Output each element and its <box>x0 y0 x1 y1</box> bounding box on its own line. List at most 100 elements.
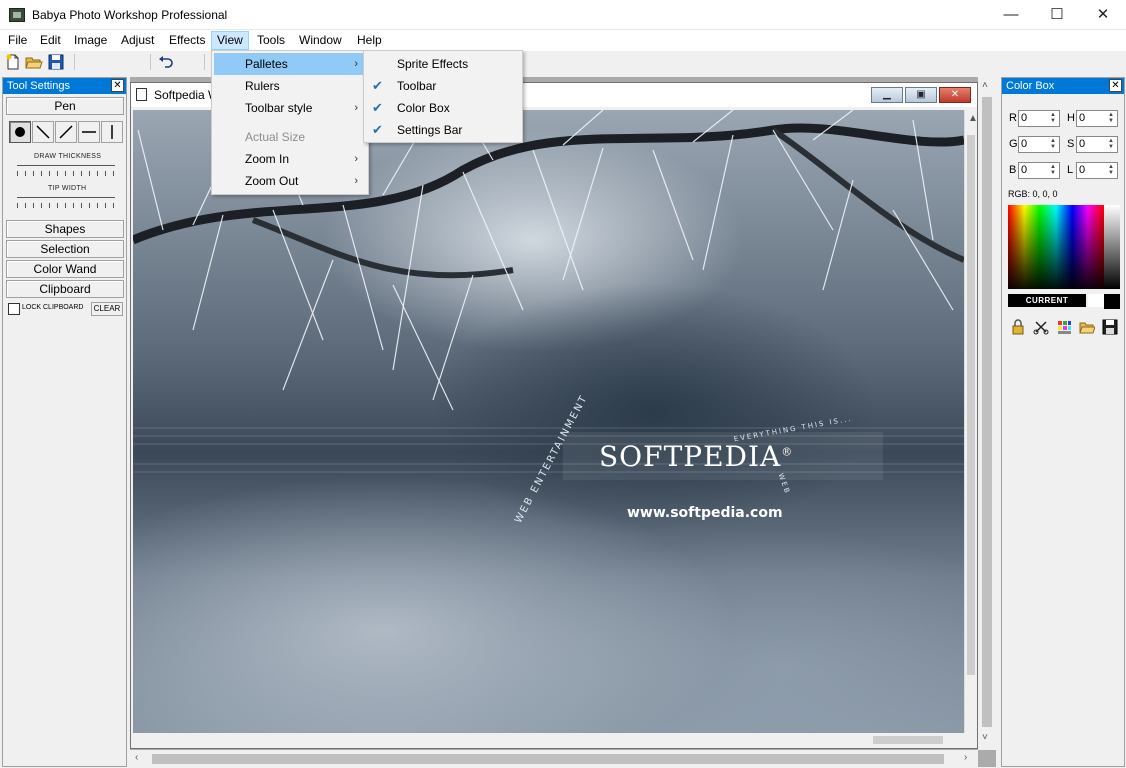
spinner-arrows-icon[interactable]: ▲ ▼ <box>1106 164 1116 177</box>
document-horizontal-thumb[interactable] <box>873 736 943 744</box>
tip-width-slider[interactable] <box>17 197 115 198</box>
tool-settings-title: Tool Settings <box>7 80 70 92</box>
l-spinner[interactable]: 0 ▲ ▼ <box>1076 162 1118 179</box>
submenu-arrow-icon: › <box>354 102 358 114</box>
color-box-label: Color Box <box>397 101 450 115</box>
slash-tip-button[interactable] <box>55 121 77 143</box>
spinner-arrows-icon[interactable]: ▲ ▼ <box>1106 112 1116 125</box>
menu-file[interactable]: File <box>3 31 32 50</box>
r-spinner[interactable]: 0 ▲ ▼ <box>1018 110 1060 127</box>
view-menu-actual-size[interactable]: Actual Size <box>214 126 366 148</box>
selection-button[interactable]: Selection <box>6 240 124 258</box>
spinner-arrows-icon[interactable]: ▲ ▼ <box>1048 138 1058 151</box>
brightness-bar[interactable] <box>1104 205 1120 289</box>
spinner-arrows-icon[interactable]: ▲ ▼ <box>1106 138 1116 151</box>
pen-button[interactable]: Pen <box>6 97 124 115</box>
checkmark-icon: ✔ <box>372 100 383 115</box>
save-disk-icon[interactable] <box>1102 319 1118 335</box>
close-button[interactable]: ✕ <box>1080 0 1126 30</box>
s-label: S <box>1067 138 1075 150</box>
clear-button[interactable]: CLEAR <box>91 302 123 316</box>
palletes-settings-bar[interactable]: ✔ Settings Bar <box>366 119 520 141</box>
palette-grid-icon[interactable] <box>1056 319 1072 335</box>
tool-settings-close-button[interactable]: ✕ <box>111 79 124 92</box>
softpedia-url: www.softpedia.com <box>627 505 783 521</box>
menu-adjust[interactable]: Adjust <box>116 31 159 50</box>
document-vertical-thumb[interactable] <box>967 135 975 675</box>
workspace-vertical-thumb[interactable] <box>982 97 992 727</box>
h-spinner[interactable]: 0 ▲ ▼ <box>1076 110 1118 127</box>
photo-canvas[interactable]: SOFTPEDIA® www.softpedia.com WEB ENTERTA… <box>133 110 964 733</box>
workspace-horizontal-scrollbar[interactable]: ‹ › <box>130 750 978 767</box>
document-vertical-scrollbar[interactable]: ▲ <box>964 110 978 733</box>
workspace-scroll-right-icon[interactable]: › <box>964 752 967 763</box>
tool-settings-panel: Tool Settings ✕ Pen DRAW THICKNESS TIP W… <box>2 77 127 767</box>
doc-close-button[interactable]: ✕ <box>939 87 971 103</box>
horizontal-line-icon <box>82 131 96 133</box>
menu-effects[interactable]: Effects <box>164 31 210 50</box>
title-bar: Babya Photo Workshop Professional — ☐ ✕ <box>0 0 1126 30</box>
round-tip-button[interactable] <box>9 121 31 143</box>
rgb-readout: RGB: 0, 0, 0 <box>1008 189 1058 199</box>
view-menu-palletes[interactable]: Palletes › <box>214 53 366 75</box>
backslash-tip-button[interactable] <box>32 121 54 143</box>
open-folder-icon[interactable] <box>1079 319 1095 335</box>
menu-window[interactable]: Window <box>294 31 347 50</box>
g-value: 0 <box>1021 138 1028 150</box>
view-menu-zoom-in[interactable]: Zoom In › <box>214 148 366 170</box>
menu-tools[interactable]: Tools <box>252 31 290 50</box>
menu-help[interactable]: Help <box>352 31 387 50</box>
workspace-horizontal-thumb[interactable] <box>152 754 944 764</box>
b-spinner[interactable]: 0 ▲ ▼ <box>1018 162 1060 179</box>
color-box-close-button[interactable]: ✕ <box>1109 79 1122 92</box>
doc-restore-button[interactable]: ▣ <box>905 87 937 103</box>
color-box-header: Color Box ✕ <box>1002 78 1124 94</box>
palletes-color-box[interactable]: ✔ Color Box <box>366 97 520 119</box>
workspace-scroll-up-icon[interactable]: ˄ <box>982 80 988 91</box>
undo-icon[interactable] <box>157 53 175 71</box>
draw-thickness-label: DRAW THICKNESS <box>34 153 102 160</box>
horizontal-tip-button[interactable] <box>78 121 100 143</box>
current-color-swatch[interactable] <box>1104 294 1120 309</box>
open-folder-icon[interactable] <box>25 53 43 71</box>
color-wand-button[interactable]: Color Wand <box>6 260 124 278</box>
view-menu-zoom-out[interactable]: Zoom Out › <box>214 170 366 192</box>
lock-icon[interactable] <box>1010 319 1026 335</box>
minimize-button[interactable]: — <box>988 0 1034 30</box>
view-menu-toolbar-style[interactable]: Toolbar style › <box>214 97 366 119</box>
lock-clipboard-checkbox[interactable] <box>8 303 20 315</box>
clipboard-button[interactable]: Clipboard <box>6 280 124 298</box>
sprite-effects-label: Sprite Effects <box>397 57 469 71</box>
menu-image[interactable]: Image <box>69 31 112 50</box>
g-spinner[interactable]: 0 ▲ ▼ <box>1018 136 1060 153</box>
spinner-arrows-icon[interactable]: ▲ ▼ <box>1048 112 1058 125</box>
doc-minimize-button[interactable]: ▁ <box>871 87 903 103</box>
zoom-in-label: Zoom In <box>245 152 290 166</box>
menu-view[interactable]: View <box>211 31 249 50</box>
workspace-scroll-left-icon[interactable]: ‹ <box>135 752 138 763</box>
new-file-icon[interactable] <box>4 53 22 71</box>
s-spinner[interactable]: 0 ▲ ▼ <box>1076 136 1118 153</box>
save-disk-icon[interactable] <box>47 53 65 71</box>
scroll-up-arrow-icon[interactable]: ▲ <box>968 113 978 124</box>
palletes-toolbar[interactable]: ✔ Toolbar <box>366 75 520 97</box>
workspace-vertical-scrollbar[interactable]: ˄ ˅ <box>978 77 996 750</box>
color-box-panel: Color Box ✕ R 0 ▲ ▼ H 0 ▲ ▼ G 0 ▲ ▼ S 0 ▲ ▼ B 0 ▲… <box>1001 77 1125 767</box>
palletes-submenu: Sprite Effects ✔ Toolbar ✔ Color Box ✔ S… <box>363 50 523 143</box>
draw-thickness-slider[interactable] <box>17 165 115 166</box>
color-spectrum-picker[interactable] <box>1008 205 1104 289</box>
workspace-scroll-down-icon[interactable]: ˅ <box>982 732 988 743</box>
vertical-tip-button[interactable] <box>101 121 123 143</box>
toolbar-label: Toolbar <box>397 79 437 93</box>
palletes-sprite-effects[interactable]: Sprite Effects <box>366 53 520 75</box>
document-horizontal-scrollbar[interactable] <box>133 733 964 747</box>
maximize-button[interactable]: ☐ <box>1034 0 1080 30</box>
menu-edit[interactable]: Edit <box>35 31 66 50</box>
document-icon <box>136 88 147 101</box>
view-menu-rulers[interactable]: Rulers <box>214 75 366 97</box>
draw-thickness-ticks <box>17 171 115 176</box>
rulers-label: Rulers <box>245 79 280 93</box>
scissors-icon[interactable] <box>1033 319 1049 335</box>
shapes-button[interactable]: Shapes <box>6 220 124 238</box>
spinner-arrows-icon[interactable]: ▲ ▼ <box>1048 164 1058 177</box>
